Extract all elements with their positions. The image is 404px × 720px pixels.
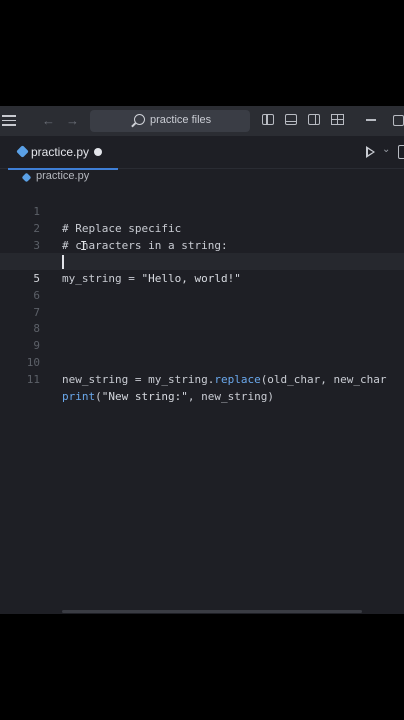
- code-line[interactable]: 10 new_string = my_string.replace(old_ch…: [0, 337, 404, 386]
- search-text: practice files: [150, 114, 212, 126]
- code-line[interactable]: 9: [0, 320, 404, 352]
- run-dropdown-icon[interactable]: ⌄: [382, 144, 390, 155]
- code-token-function: replace: [214, 373, 261, 386]
- maximize-icon[interactable]: [393, 115, 404, 126]
- unsaved-dot-icon[interactable]: [94, 148, 102, 156]
- split-editor-icon[interactable]: [398, 145, 404, 159]
- code-token: new_string = my_string.: [62, 373, 215, 386]
- tab-bar: practice.py ⌄: [0, 136, 404, 170]
- ide-window: ← → practice files practice.py ⌄ practic…: [0, 106, 404, 614]
- code-token: , new_string): [187, 390, 274, 403]
- search-box[interactable]: practice files: [90, 110, 250, 132]
- title-bar: ← → practice files: [0, 106, 404, 136]
- python-file-icon: [21, 172, 32, 183]
- breadcrumb[interactable]: practice.py: [0, 169, 404, 187]
- python-file-icon: [16, 145, 29, 158]
- code-line[interactable]: 7: [0, 287, 404, 319]
- tab-practice-py[interactable]: practice.py: [8, 136, 118, 170]
- tab-label: practice.py: [31, 145, 90, 159]
- code-line-current[interactable]: 5: [0, 253, 404, 285]
- code-line[interactable]: 3: [0, 220, 404, 252]
- code-editor[interactable]: 1 # Replace specific 2 # characters in a…: [0, 186, 404, 596]
- code-token: (: [95, 390, 102, 403]
- run-icon[interactable]: [366, 146, 375, 158]
- toggle-secondary-sidebar-icon[interactable]: [308, 114, 320, 125]
- code-line[interactable]: 11 print("New string:", new_string): [0, 354, 404, 403]
- code-token-string: "New string:": [101, 390, 188, 403]
- code-text: print("New string:", new_string): [62, 388, 274, 405]
- code-line[interactable]: 2 # characters in a string:: [0, 203, 404, 252]
- code-line[interactable]: 8: [0, 303, 404, 335]
- back-arrow-icon[interactable]: ←: [42, 113, 55, 128]
- code-line[interactable]: 4 my_string = "Hello, world!" I: [0, 236, 404, 285]
- code-token-function: print: [62, 390, 96, 403]
- code-text: new_string = my_string.replace(old_char,…: [62, 371, 387, 388]
- code-line[interactable]: 1 # Replace specific: [0, 186, 404, 235]
- forward-arrow-icon[interactable]: →: [66, 113, 79, 128]
- search-icon: [134, 114, 145, 125]
- hamburger-menu-icon[interactable]: [2, 115, 16, 129]
- toggle-panel-icon[interactable]: [285, 114, 297, 125]
- horizontal-scrollbar[interactable]: [62, 610, 362, 613]
- line-number: 11: [26, 373, 40, 386]
- code-token: (old_char, new_char: [260, 373, 387, 386]
- breadcrumb-filename: practice.py: [36, 170, 90, 182]
- code-line[interactable]: 6: [0, 270, 404, 302]
- minimize-icon[interactable]: [366, 119, 376, 121]
- customize-layout-icon[interactable]: [331, 114, 344, 125]
- text-caret: [62, 255, 64, 269]
- toggle-sidebar-icon[interactable]: [262, 114, 274, 125]
